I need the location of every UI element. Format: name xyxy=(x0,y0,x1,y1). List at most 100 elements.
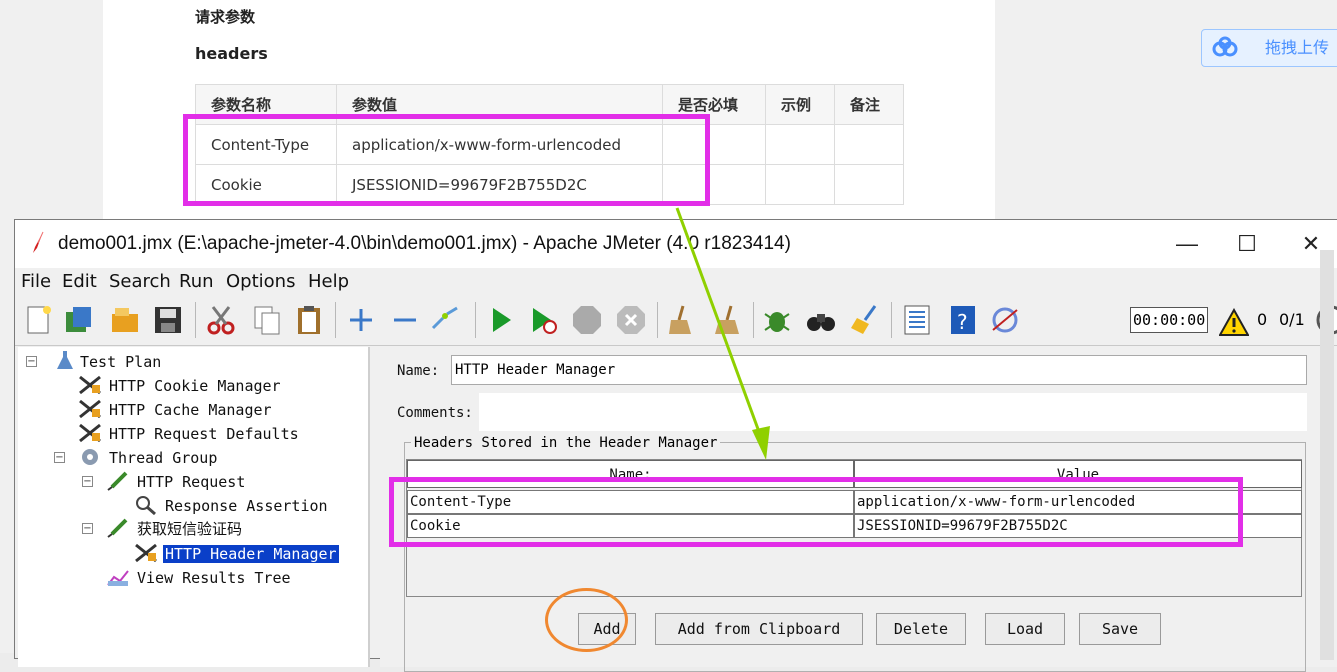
templates-icon[interactable] xyxy=(63,304,95,336)
new-icon[interactable] xyxy=(23,304,55,336)
cut-icon[interactable] xyxy=(205,304,237,336)
doc-heading-params: 请求参数 xyxy=(195,8,256,26)
test-plan-tree: − Test Plan HTTP Cookie Manager HTTP Cac… xyxy=(18,347,370,667)
expand-icon[interactable] xyxy=(345,304,377,336)
tree-item-sms-request[interactable]: 获取短信验证码 xyxy=(135,518,244,540)
add-button-highlight-circle xyxy=(545,588,628,652)
clear-icon[interactable] xyxy=(665,304,697,336)
name-label: Name: xyxy=(397,363,440,379)
copy-icon[interactable] xyxy=(251,304,283,336)
tree-item-label: HTTP Cookie Manager xyxy=(109,377,281,395)
svg-text:?: ? xyxy=(957,310,968,334)
jmeter-feather-icon xyxy=(33,231,44,253)
shutdown-icon[interactable] xyxy=(615,304,647,336)
maximize-button[interactable]: ☐ xyxy=(1227,228,1267,260)
tree-item-response-assertion[interactable]: Response Assertion xyxy=(163,495,330,517)
tree-item-test-plan[interactable]: Test Plan xyxy=(78,351,163,373)
toolbar-separator xyxy=(657,302,658,338)
tree-item-cookie-manager[interactable]: HTTP Cookie Manager xyxy=(107,375,283,397)
toolbar-separator xyxy=(753,302,754,338)
doc-col-note: 备注 xyxy=(834,84,904,125)
broom-icon[interactable] xyxy=(849,304,881,336)
doc-cell xyxy=(765,164,835,205)
collapse-toggle[interactable]: − xyxy=(26,356,37,367)
doc-cell xyxy=(834,124,904,165)
search-binoculars-icon[interactable] xyxy=(805,304,837,336)
tree-item-label: Response Assertion xyxy=(165,497,328,515)
tree-item-request-defaults[interactable]: HTTP Request Defaults xyxy=(107,423,301,445)
comments-field[interactable] xyxy=(479,393,1307,431)
tree-item-label: HTTP Request xyxy=(137,473,246,491)
tree-item-label: View Results Tree xyxy=(137,569,291,587)
save-button[interactable]: Save xyxy=(1079,613,1161,645)
menu-bar: File Edit Search Run Options Help xyxy=(15,268,1337,296)
config-tools-icon xyxy=(79,375,101,395)
flask-icon xyxy=(57,351,73,369)
tree-item-label: Thread Group xyxy=(109,449,218,467)
help-icon[interactable]: ? xyxy=(947,304,979,336)
warning-icon[interactable] xyxy=(1219,308,1249,336)
config-tools-icon xyxy=(79,423,101,443)
collapse-toggle[interactable]: − xyxy=(54,452,65,463)
paste-icon[interactable] xyxy=(293,304,325,336)
tree-item-header-manager[interactable]: HTTP Header Manager xyxy=(163,543,339,565)
open-icon[interactable] xyxy=(109,304,141,336)
menu-options[interactable]: Options xyxy=(226,271,295,292)
delete-button[interactable]: Delete xyxy=(876,613,966,645)
save-icon[interactable] xyxy=(152,304,184,336)
doc-cell xyxy=(765,124,835,165)
load-button[interactable]: Load xyxy=(985,613,1065,645)
start-icon[interactable] xyxy=(485,304,517,336)
tree-item-http-request[interactable]: HTTP Request xyxy=(135,471,247,493)
config-tools-icon xyxy=(79,399,101,419)
toolbar-separator xyxy=(335,302,336,338)
menu-run[interactable]: Run xyxy=(179,271,214,292)
collapse-toggle[interactable]: − xyxy=(82,523,93,534)
minimize-button[interactable]: — xyxy=(1167,228,1207,260)
gear-icon xyxy=(82,449,98,465)
clear-all-icon[interactable] xyxy=(711,304,743,336)
doc-cell xyxy=(834,164,904,205)
sampler-pipette-icon xyxy=(107,518,128,538)
tree-item-label: HTTP Request Defaults xyxy=(109,425,299,443)
collapse-icon[interactable] xyxy=(389,304,421,336)
panel-scrollbar[interactable] xyxy=(1320,250,1334,660)
doc-highlight-box xyxy=(183,114,710,206)
headers-group-title: Headers Stored in the Header Manager xyxy=(411,435,721,451)
error-count: 0 xyxy=(1257,310,1268,329)
tree-item-cache-manager[interactable]: HTTP Cache Manager xyxy=(107,399,274,421)
function-helper-icon[interactable] xyxy=(901,304,933,336)
collapse-toggle[interactable]: − xyxy=(82,476,93,487)
add-from-clipboard-button[interactable]: Add from Clipboard xyxy=(655,613,863,645)
tree-item-label: HTTP Cache Manager xyxy=(109,401,272,419)
tree-item-label: 获取短信验证码 xyxy=(137,520,243,538)
thread-count: 0/1 xyxy=(1279,310,1305,329)
toggle-icon[interactable] xyxy=(429,304,461,336)
menu-edit[interactable]: Edit xyxy=(62,271,97,292)
toolbar-separator xyxy=(891,302,892,338)
stop-icon[interactable] xyxy=(571,304,603,336)
tree-item-thread-group[interactable]: Thread Group xyxy=(107,447,219,469)
cloud-icon xyxy=(1212,36,1238,57)
comments-label: Comments: xyxy=(397,405,473,421)
upload-label: 拖拽上传 xyxy=(1265,38,1330,57)
drag-upload-button[interactable]: 拖拽上传 xyxy=(1201,29,1337,67)
menu-file[interactable]: File xyxy=(21,271,51,292)
jmeter-highlight-box xyxy=(389,477,1243,547)
remote-icon[interactable] xyxy=(989,304,1021,336)
title-bar[interactable]: demo001.jmx (E:\apache-jmeter-4.0\bin\de… xyxy=(15,220,1337,268)
bug-icon[interactable] xyxy=(761,304,793,336)
menu-search[interactable]: Search xyxy=(109,271,171,292)
toolbar: ? 00:00:00 0 0/1 xyxy=(15,296,1337,346)
start-no-pauses-icon[interactable] xyxy=(527,304,559,336)
chart-icon xyxy=(107,570,129,586)
window-title: demo001.jmx (E:\apache-jmeter-4.0\bin\de… xyxy=(58,233,791,254)
tree-item-label: Test Plan xyxy=(80,353,162,371)
tree-item-label: HTTP Header Manager xyxy=(163,545,339,563)
doc-col-example: 示例 xyxy=(765,84,835,125)
menu-help[interactable]: Help xyxy=(308,271,349,292)
name-field[interactable]: HTTP Header Manager xyxy=(451,355,1307,385)
toolbar-separator xyxy=(475,302,476,338)
magnifier-icon xyxy=(136,496,156,515)
tree-item-view-results-tree[interactable]: View Results Tree xyxy=(135,567,293,589)
